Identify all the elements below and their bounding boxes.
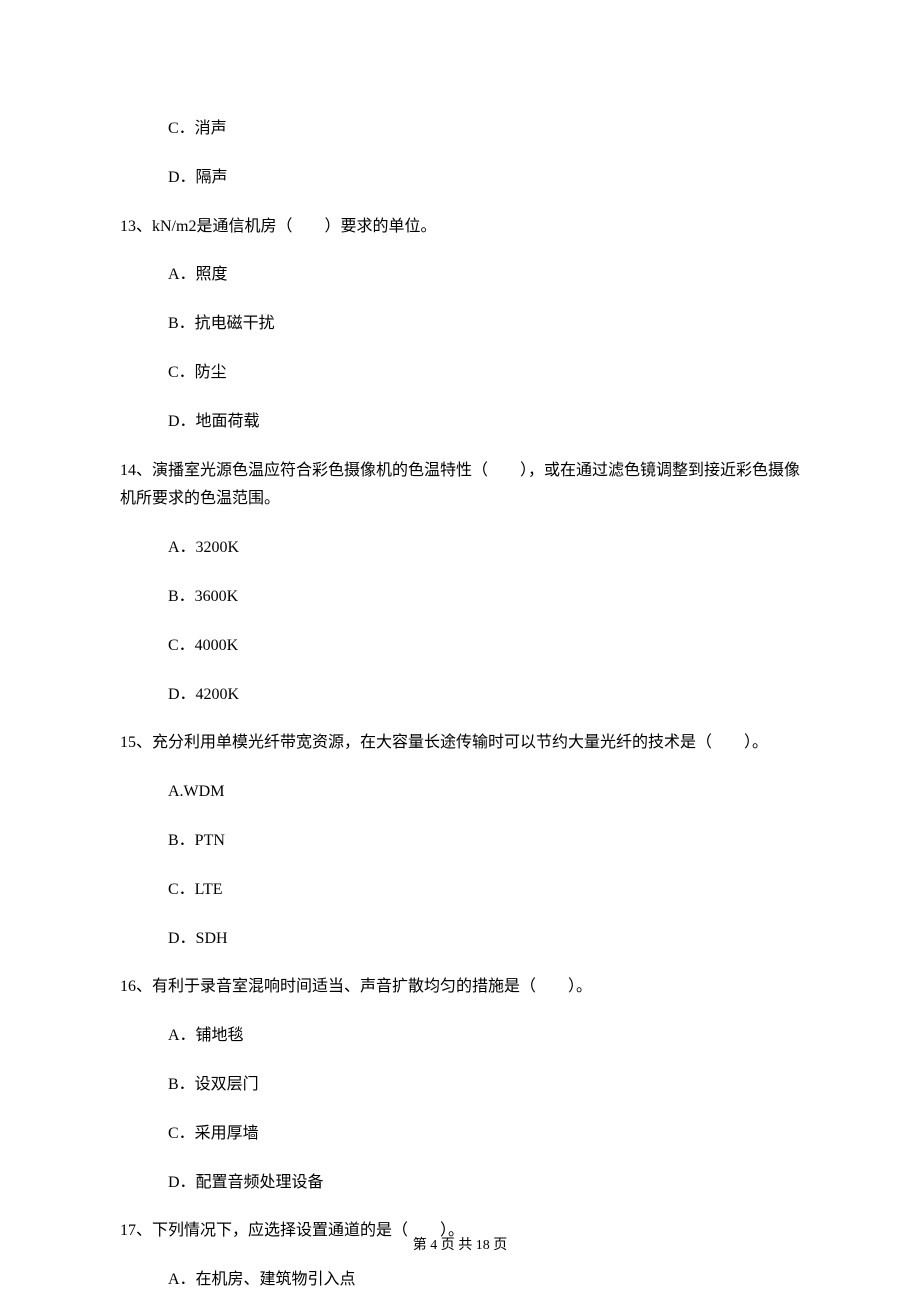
option-a: A．3200K — [120, 534, 800, 563]
option-a: A．照度 — [120, 261, 800, 290]
option-b: B．设双层门 — [120, 1071, 800, 1100]
option-d: D．地面荷载 — [120, 408, 800, 437]
option-a: A．在机房、建筑物引入点 — [120, 1266, 800, 1295]
question-15: 15、充分利用单模光纤带宽资源，在大容量长途传输时可以节约大量光纤的技术是（ ）… — [120, 729, 800, 758]
option-d: D．SDH — [120, 925, 800, 954]
option-a: A.WDM — [120, 778, 800, 807]
option-b: B．PTN — [120, 827, 800, 856]
option-b: B．3600K — [120, 583, 800, 612]
option-a: A．铺地毯 — [120, 1022, 800, 1051]
option-c: C．消声 — [120, 115, 800, 144]
question-16: 16、有利于录音室混响时间适当、声音扩散均匀的措施是（ ）。 — [120, 973, 800, 1002]
option-c: C．采用厚墙 — [120, 1120, 800, 1149]
option-c: C．LTE — [120, 876, 800, 905]
question-14: 14、演播室光源色温应符合彩色摄像机的色温特性（ ），或在通过滤色镜调整到接近彩… — [120, 457, 800, 515]
option-c: C．4000K — [120, 632, 800, 661]
option-d: D．配置音频处理设备 — [120, 1169, 800, 1198]
option-d: D．4200K — [120, 681, 800, 710]
option-d: D．隔声 — [120, 164, 800, 193]
option-c: C．防尘 — [120, 359, 800, 388]
question-13: 13、kN/m2是通信机房（ ）要求的单位。 — [120, 213, 800, 242]
option-b: B．抗电磁干扰 — [120, 310, 800, 339]
page-footer: 第 4 页 共 18 页 — [0, 1233, 920, 1258]
